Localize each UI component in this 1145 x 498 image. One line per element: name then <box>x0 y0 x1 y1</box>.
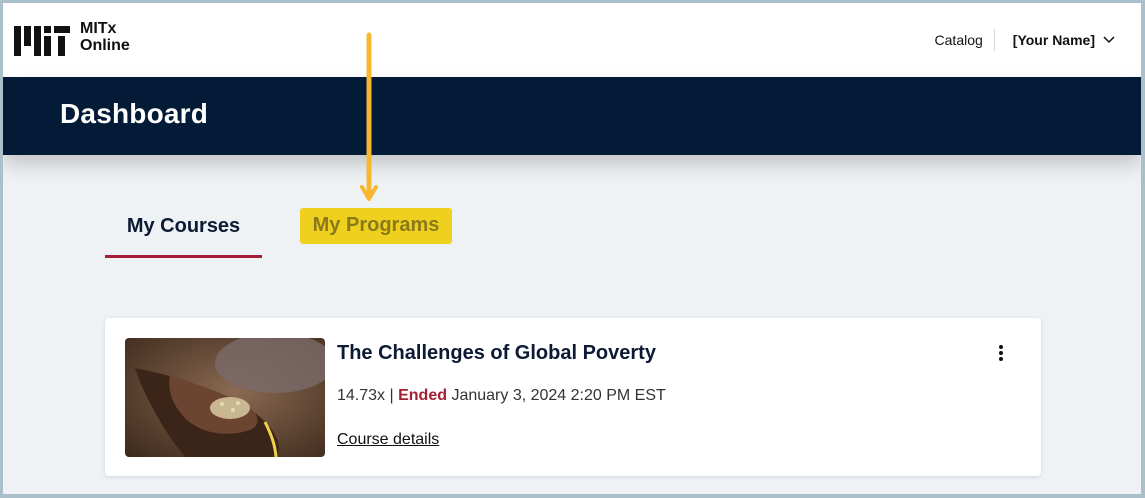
annotation-arrow-icon <box>360 32 378 201</box>
mitx-online-logo[interactable]: MITx Online <box>14 20 130 56</box>
course-title: The Challenges of Global Poverty <box>337 342 656 364</box>
course-end-date: January 3, 2024 2:20 PM EST <box>451 387 666 404</box>
chevron-down-icon <box>1103 36 1115 44</box>
tab-my-programs[interactable]: My Programs <box>300 208 452 244</box>
tab-my-courses-label: My Courses <box>126 215 241 237</box>
course-thumbnail-image <box>125 338 325 457</box>
logo-line-1: MITx <box>80 20 117 37</box>
tab-my-courses[interactable]: My Courses <box>105 208 262 258</box>
more-options-icon[interactable] <box>997 344 1005 362</box>
dashboard-banner: Dashboard <box>3 77 1141 155</box>
tab-my-programs-label: My Programs <box>312 214 440 236</box>
course-meta: 14.73x | Ended January 3, 2024 2:20 PM E… <box>337 387 666 405</box>
logo-line-2: Online <box>80 37 130 54</box>
status-badge: Ended <box>398 387 447 404</box>
course-code: 14.73x <box>337 387 386 404</box>
top-nav-bar: MITx Online Catalog [Your Name] <box>3 3 1141 77</box>
meta-separator: | <box>389 387 394 404</box>
catalog-link[interactable]: Catalog <box>935 32 994 48</box>
user-menu[interactable]: [Your Name] <box>995 32 1115 48</box>
logo-wordmark: MITx Online <box>80 20 130 54</box>
page-title: Dashboard <box>60 98 209 129</box>
course-card: The Challenges of Global Poverty 14.73x … <box>105 318 1041 476</box>
user-name-label: [Your Name] <box>1012 32 1095 48</box>
course-details-link[interactable]: Course details <box>337 431 439 449</box>
app-frame: MITx Online Catalog [Your Name] Dashboar… <box>3 3 1141 494</box>
mit-logo-icon <box>14 26 70 56</box>
active-tab-underline <box>105 255 262 258</box>
nav-right: Catalog [Your Name] <box>935 29 1115 51</box>
